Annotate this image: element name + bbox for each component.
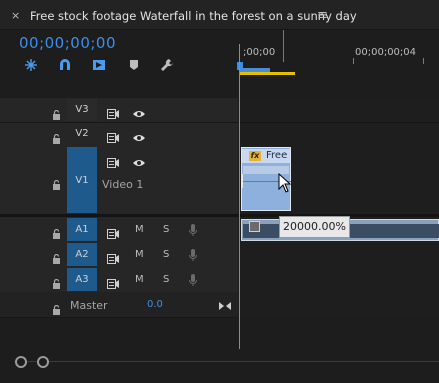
mute-button[interactable]: M <box>135 224 144 235</box>
lock-icon[interactable] <box>52 249 61 264</box>
playhead-timecode[interactable]: 00;00;00;00 <box>19 34 116 52</box>
clip-name: Free <box>266 150 288 161</box>
track-header-v3-row <box>0 98 238 123</box>
zoom-scrollbar[interactable] <box>0 349 439 377</box>
solo-button[interactable]: S <box>163 249 169 260</box>
mouse-cursor-icon <box>278 172 292 197</box>
ruler-tick <box>353 58 354 64</box>
track-header-a2 <box>0 242 238 268</box>
track-name-a3: A3 <box>75 274 89 285</box>
toggle-sync-lock-icon[interactable] <box>107 104 119 123</box>
toggle-sync-lock-icon[interactable] <box>107 274 119 293</box>
sequence-tab-title[interactable]: Free stock footage Waterfall in the fore… <box>30 9 357 23</box>
lock-icon[interactable] <box>52 105 61 120</box>
wrench-icon[interactable] <box>159 57 175 73</box>
ruler-tick <box>423 58 424 64</box>
master-volume-value[interactable]: 0.0 <box>147 299 163 310</box>
track-header-a1 <box>0 217 238 243</box>
solo-button[interactable]: S <box>163 274 169 285</box>
toggle-sync-lock-icon[interactable] <box>107 128 119 147</box>
track-name-v3: V3 <box>75 104 89 115</box>
eye-icon[interactable] <box>132 128 146 147</box>
toggle-sync-lock-icon[interactable] <box>107 153 119 172</box>
speed-tooltip: 20000.00% <box>279 216 350 238</box>
marker-icon[interactable] <box>126 57 142 73</box>
toggle-sync-lock-icon[interactable] <box>107 249 119 268</box>
track-label-video-1: Video 1 <box>102 178 144 191</box>
linked-selection-icon[interactable] <box>91 57 107 73</box>
eye-icon[interactable] <box>132 153 146 172</box>
lock-icon[interactable] <box>52 274 61 289</box>
track-name-v1: V1 <box>75 175 89 186</box>
playhead-handle[interactable] <box>237 62 243 70</box>
track-content-v3-row[interactable] <box>240 98 439 123</box>
clip-edge-marker <box>241 174 243 188</box>
toggle-sync-lock-icon[interactable] <box>107 224 119 243</box>
lock-icon[interactable] <box>52 224 61 239</box>
lock-icon[interactable] <box>52 300 61 315</box>
track-name-a1: A1 <box>75 224 89 235</box>
snap-icon[interactable] <box>23 57 39 73</box>
scrollbar-track[interactable] <box>14 361 439 362</box>
audio-fx-badge <box>249 221 260 232</box>
go-to-in-out-icon[interactable] <box>218 296 232 315</box>
microphone-icon[interactable] <box>188 222 198 241</box>
mute-button[interactable]: M <box>135 274 144 285</box>
zoom-handle-right[interactable] <box>37 356 49 368</box>
ruler-timecode-label: 00;00;00;04 <box>355 47 417 58</box>
track-content-a3[interactable] <box>240 267 439 293</box>
ruler-start-label: ;00;00 <box>243 47 276 58</box>
track-content-v3[interactable] <box>240 122 439 147</box>
lock-icon[interactable] <box>52 129 61 144</box>
eye-icon[interactable] <box>132 104 146 123</box>
close-tab-icon[interactable]: × <box>11 9 20 22</box>
microphone-icon[interactable] <box>188 272 198 291</box>
track-content-a2[interactable] <box>240 242 439 268</box>
microphone-icon[interactable] <box>188 247 198 266</box>
mute-button[interactable]: M <box>135 249 144 260</box>
ruler-tick <box>283 30 284 62</box>
master-label: Master <box>70 299 108 312</box>
track-name-v2: V2 <box>75 128 89 139</box>
zoom-handle-left[interactable] <box>15 356 27 368</box>
fx-badge: fx <box>249 151 261 161</box>
panel-menu-icon[interactable]: ≡ <box>317 8 328 23</box>
lock-icon[interactable] <box>52 175 61 190</box>
magnet-icon[interactable] <box>57 57 73 73</box>
work-area-bar[interactable] <box>240 72 295 75</box>
track-name-a2: A2 <box>75 249 89 260</box>
track-header-master <box>0 292 238 318</box>
track-header-v3 <box>0 122 238 147</box>
track-header-a3 <box>0 267 238 293</box>
playhead-line[interactable] <box>239 44 240 356</box>
track-content-master <box>240 292 439 317</box>
solo-button[interactable]: S <box>163 224 169 235</box>
